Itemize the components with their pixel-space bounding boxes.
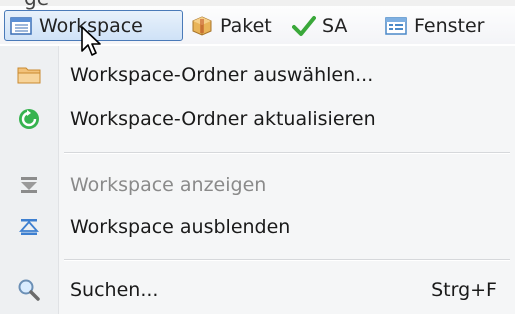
checkmark-icon (292, 15, 316, 37)
menu-item-refresh-workspace-folder[interactable]: Workspace-Ordner aktualisieren (0, 99, 515, 139)
hide-arrow-icon (0, 207, 58, 247)
show-arrow-icon (0, 165, 58, 205)
menu-sa-label: SA (322, 14, 348, 37)
menu-separator (64, 259, 510, 261)
refresh-icon (0, 99, 58, 139)
mouse-cursor-icon (81, 26, 101, 56)
folder-icon (0, 55, 58, 95)
menu-item-label: Workspace-Ordner auswählen... (70, 64, 374, 86)
menu-sa[interactable]: SA (292, 10, 347, 41)
menu-item-label: Suchen... (70, 279, 159, 301)
menu-fenster-label: Fenster (414, 14, 485, 37)
menu-fenster[interactable]: Fenster (384, 10, 484, 41)
toolbar-strip: ge (0, 0, 515, 10)
package-box-icon (190, 15, 214, 37)
menu-item-label: Workspace ausblenden (70, 216, 291, 238)
magnifier-icon (0, 270, 58, 310)
menu-bar: ge Workspace Paket (0, 0, 515, 56)
window-list-icon (384, 15, 408, 37)
menu-item-select-workspace-folder[interactable]: Workspace-Ordner auswählen... (0, 55, 515, 95)
menu-paket-label: Paket (220, 14, 272, 37)
menu-item-label: Workspace-Ordner aktualisieren (70, 108, 376, 130)
menu-item-hide-workspace[interactable]: Workspace ausblenden (0, 207, 515, 247)
menu-item-label: Workspace anzeigen (70, 174, 267, 196)
menu-item-search[interactable]: Suchen... Strg+F (0, 270, 515, 310)
workspace-dropdown-menu: Workspace-Ordner auswählen... Workspace-… (0, 46, 515, 314)
workspace-window-icon (9, 15, 33, 37)
menu-item-show-workspace[interactable]: Workspace anzeigen (0, 165, 515, 205)
menu-item-shortcut: Strg+F (431, 279, 497, 301)
partial-toolbar-label: ge (24, 0, 49, 10)
menu-paket[interactable]: Paket (190, 10, 272, 41)
menu-separator (64, 152, 510, 154)
